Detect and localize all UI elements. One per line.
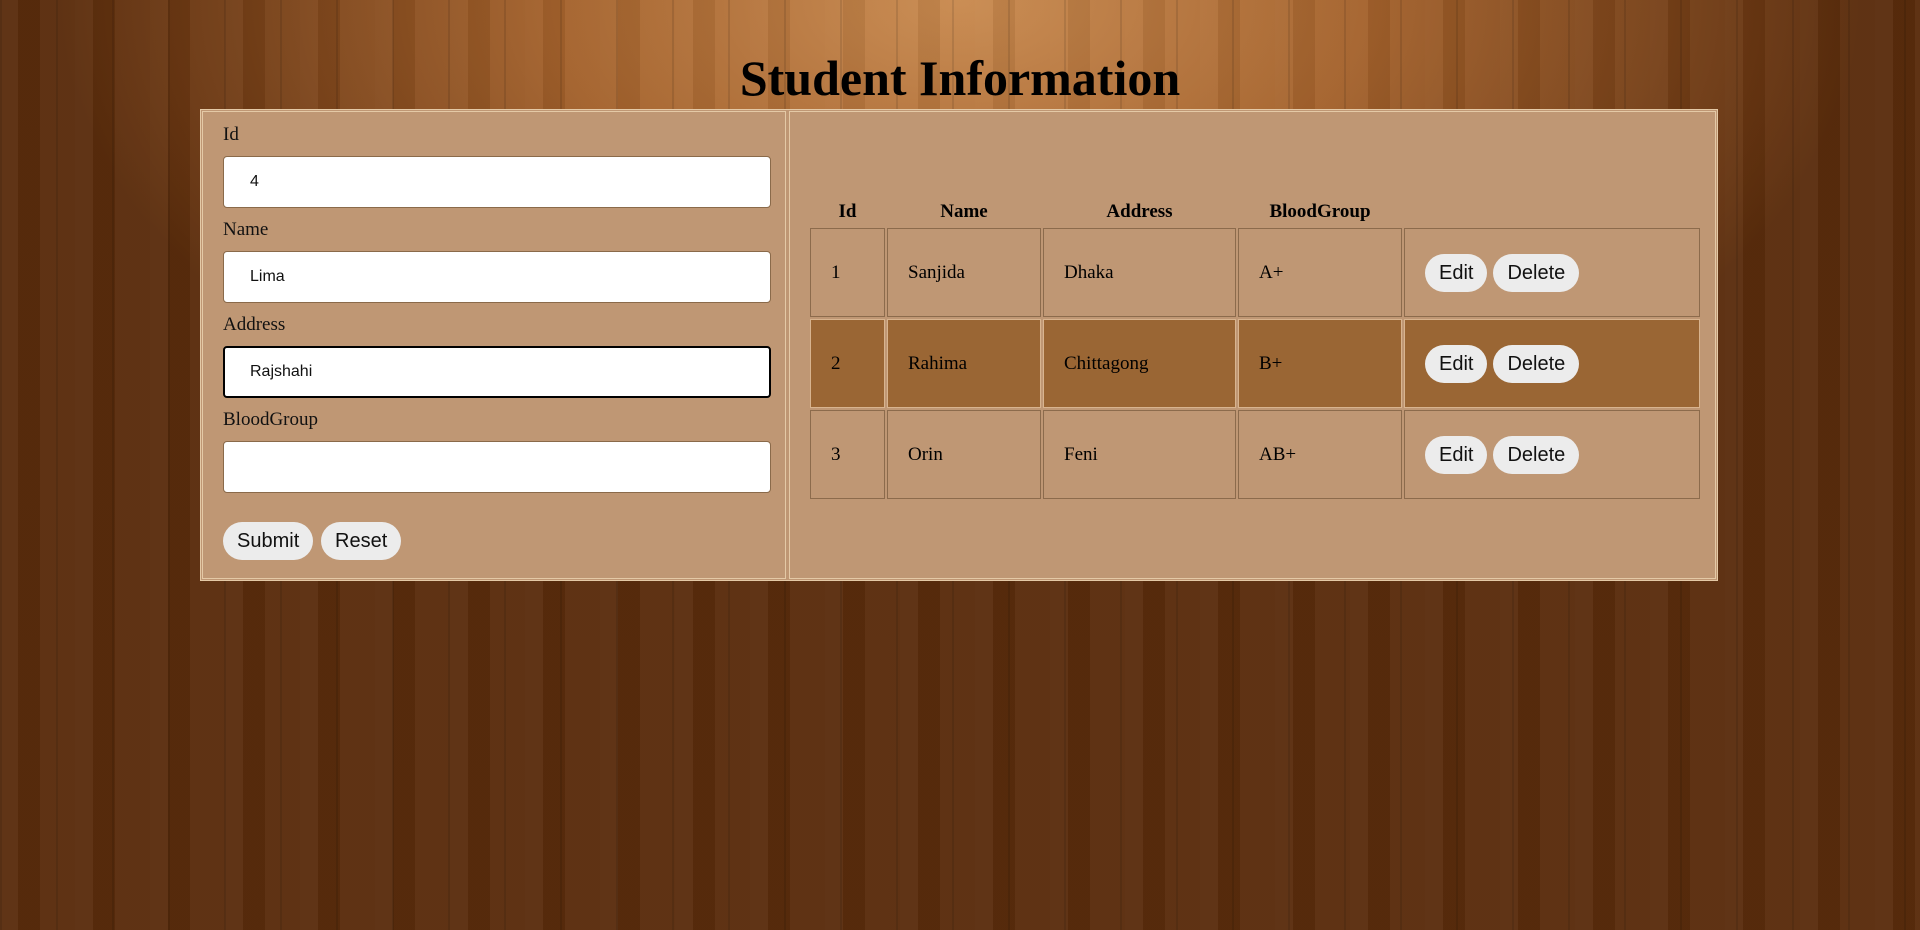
name-label: Name [223,219,269,240]
submit-button[interactable]: Submit [223,522,314,560]
bloodgroup-label: BloodGroup [223,409,318,430]
cell-address: Chittagong [1043,319,1236,408]
delete-button[interactable]: Delete [1493,344,1580,383]
address-field[interactable] [223,346,771,398]
id-label: Id [223,124,239,145]
row-actions: Edit Delete [1425,344,1699,383]
id-field[interactable] [223,156,771,208]
cell-name: Rahima [887,319,1041,408]
cell-actions: Edit Delete [1404,319,1700,408]
header-actions [1404,198,1700,226]
row-actions: Edit Delete [1425,253,1699,292]
cell-bloodgroup: AB+ [1238,410,1402,499]
student-table-panel: Id Name Address BloodGroup 1 Sanjida Dha… [789,111,1716,579]
reset-button[interactable]: Reset [321,522,402,560]
cell-address: Dhaka [1043,228,1236,317]
student-table: Id Name Address BloodGroup 1 Sanjida Dha… [808,196,1702,501]
delete-button[interactable]: Delete [1493,253,1580,292]
edit-button[interactable]: Edit [1425,435,1488,474]
table-header-row: Id Name Address BloodGroup [810,198,1700,226]
header-id: Id [838,201,857,222]
table-row: 3 Orin Feni AB+ Edit Delete [810,410,1700,499]
student-form: Id Name Address BloodGroup Submit Reset [202,111,786,579]
table-row: 2 Rahima Chittagong B+ Edit Delete [810,319,1700,408]
row-actions: Edit Delete [1425,435,1699,474]
cell-id: 2 [810,319,885,408]
header-address: Address [1106,201,1173,222]
header-name: Name [940,201,988,222]
cell-actions: Edit Delete [1404,410,1700,499]
cell-name: Orin [887,410,1041,499]
bloodgroup-field[interactable] [223,441,771,493]
edit-button[interactable]: Edit [1425,253,1488,292]
delete-button[interactable]: Delete [1493,435,1580,474]
cell-bloodgroup: B+ [1238,319,1402,408]
address-label: Address [223,314,286,335]
cell-id: 1 [810,228,885,317]
cell-actions: Edit Delete [1404,228,1700,317]
cell-id: 3 [810,410,885,499]
header-bloodgroup: BloodGroup [1269,201,1371,222]
cell-bloodgroup: A+ [1238,228,1402,317]
table-row: 1 Sanjida Dhaka A+ Edit Delete [810,228,1700,317]
cell-name: Sanjida [887,228,1041,317]
page-title: Student Information [739,50,1181,106]
student-card: Id Name Address BloodGroup Submit Reset … [200,109,1718,581]
name-field[interactable] [223,251,771,303]
cell-address: Feni [1043,410,1236,499]
edit-button[interactable]: Edit [1425,344,1488,383]
